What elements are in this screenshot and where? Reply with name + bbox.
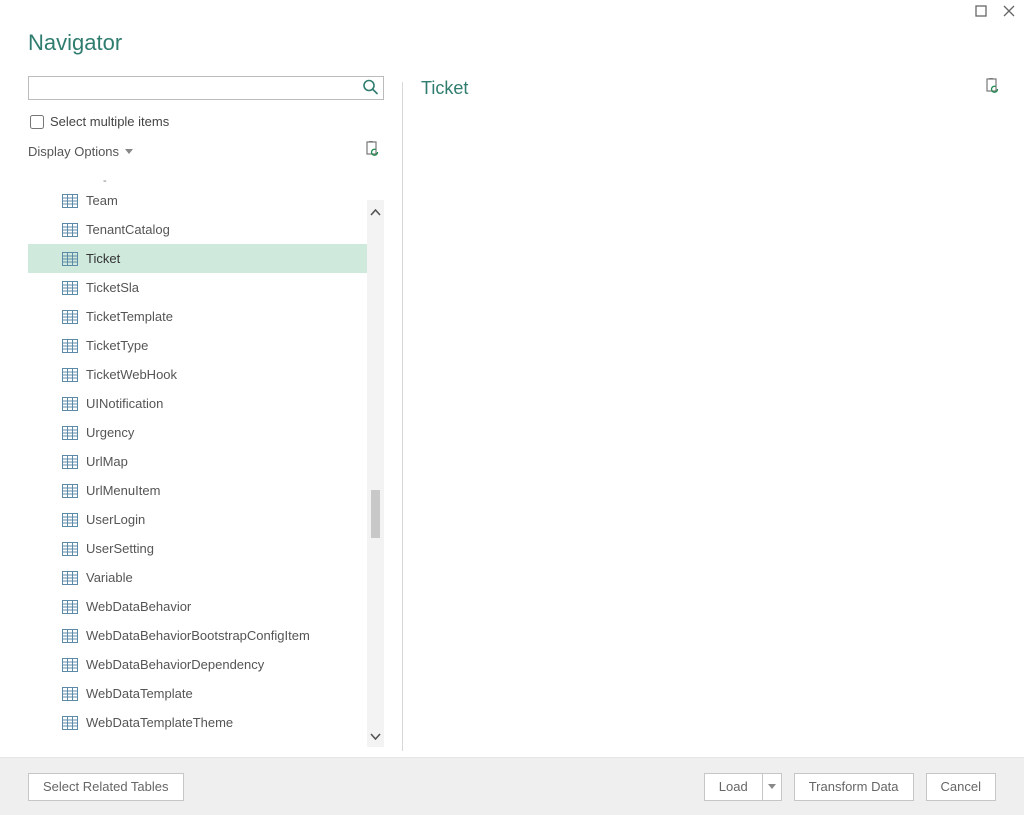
table-item-label: UrlMenuItem: [86, 483, 160, 498]
maximize-icon[interactable]: [974, 4, 988, 18]
table-item-label: Team: [86, 193, 118, 208]
table-icon: [62, 223, 78, 237]
table-item-label: TicketTemplate: [86, 309, 173, 324]
preview-title: Ticket: [421, 78, 468, 99]
table-icon: [62, 658, 78, 672]
table-item-label: UrlMap: [86, 454, 128, 469]
table-item[interactable]: Urgency: [28, 418, 384, 447]
table-icon: [62, 629, 78, 643]
table-item-label: UINotification: [86, 396, 163, 411]
table-item[interactable]: WebDataBehavior: [28, 592, 384, 621]
table-item[interactable]: WebDataBehaviorDependency: [28, 650, 384, 679]
table-icon: [62, 281, 78, 295]
search-icon[interactable]: [362, 79, 378, 98]
scroll-thumb[interactable]: [371, 490, 380, 538]
table-item-label: TenantCatalog: [86, 222, 170, 237]
search-box: [28, 76, 384, 100]
table-item[interactable]: Ticket: [28, 244, 384, 273]
navigator-title: Navigator: [28, 30, 996, 56]
refresh-icon[interactable]: [364, 141, 380, 162]
table-item-label: Variable: [86, 570, 133, 585]
table-item[interactable]: Team: [28, 186, 384, 215]
table-tree: - Team TenantCatalog Ticket TicketSla TicketT…: [28, 172, 384, 757]
table-item[interactable]: UserLogin: [28, 505, 384, 534]
display-options-label: Display Options: [28, 144, 119, 159]
table-item[interactable]: WebDataTemplateTheme: [28, 708, 384, 737]
table-icon: [62, 368, 78, 382]
load-split-button: Load: [704, 773, 782, 801]
table-item-label: WebDataTemplateTheme: [86, 715, 233, 730]
table-icon: [62, 716, 78, 730]
load-button[interactable]: Load: [704, 773, 762, 801]
table-item[interactable]: WebDataBehaviorBootstrapConfigItem: [28, 621, 384, 650]
title-bar: [0, 0, 1024, 22]
table-icon: [62, 339, 78, 353]
table-icon: [62, 252, 78, 266]
preview-header: Ticket: [421, 78, 1000, 99]
select-multiple-label: Select multiple items: [50, 114, 169, 129]
table-icon: [62, 484, 78, 498]
table-icon: [62, 687, 78, 701]
table-item-label: TicketSla: [86, 280, 139, 295]
scroll-down-icon[interactable]: [370, 728, 381, 743]
table-item[interactable]: UINotification: [28, 389, 384, 418]
table-item[interactable]: TicketType: [28, 331, 384, 360]
close-icon[interactable]: [1002, 4, 1016, 18]
table-item-label: TicketWebHook: [86, 367, 177, 382]
select-related-tables-button[interactable]: Select Related Tables: [28, 773, 184, 801]
scroll-up-icon[interactable]: [370, 204, 381, 219]
tree-wrap: - Team TenantCatalog Ticket TicketSla TicketT…: [28, 172, 384, 757]
footer: Select Related Tables Load Transform Dat…: [0, 757, 1024, 815]
table-icon: [62, 455, 78, 469]
right-pane: Ticket: [421, 76, 1024, 757]
chevron-down-icon: [768, 784, 776, 789]
table-item[interactable]: TenantCatalog: [28, 215, 384, 244]
display-options-row: Display Options: [28, 139, 384, 168]
pane-divider: [402, 82, 403, 751]
content: Select multiple items Display Options - T…: [0, 76, 1024, 757]
table-icon: [62, 426, 78, 440]
table-item-label: TicketType: [86, 338, 148, 353]
header: Navigator: [0, 22, 1024, 76]
table-icon: [62, 397, 78, 411]
left-pane: Select multiple items Display Options - T…: [0, 76, 384, 757]
table-icon: [62, 571, 78, 585]
table-icon: [62, 194, 78, 208]
table-item[interactable]: UrlMap: [28, 447, 384, 476]
table-icon: [62, 310, 78, 324]
table-item-label: WebDataBehaviorDependency: [86, 657, 264, 672]
preview-refresh-icon[interactable]: [984, 78, 1000, 99]
table-item[interactable]: TicketSla: [28, 273, 384, 302]
load-dropdown-button[interactable]: [762, 773, 782, 801]
select-multiple-row[interactable]: Select multiple items: [28, 108, 384, 139]
table-item-label: WebDataTemplate: [86, 686, 193, 701]
select-multiple-checkbox[interactable]: [30, 115, 44, 129]
table-item-label: UserSetting: [86, 541, 154, 556]
transform-data-button[interactable]: Transform Data: [794, 773, 914, 801]
table-icon: [62, 513, 78, 527]
cancel-button[interactable]: Cancel: [926, 773, 996, 801]
table-item[interactable]: TicketWebHook: [28, 360, 384, 389]
chevron-down-icon: [125, 149, 133, 154]
table-item[interactable]: UrlMenuItem: [28, 476, 384, 505]
table-item[interactable]: Variable: [28, 563, 384, 592]
table-item-label: WebDataBehaviorBootstrapConfigItem: [86, 628, 310, 643]
display-options-button[interactable]: Display Options: [28, 144, 133, 159]
table-item-label: Ticket: [86, 251, 120, 266]
table-item-label: UserLogin: [86, 512, 145, 527]
table-icon: [62, 542, 78, 556]
search-input[interactable]: [28, 76, 384, 100]
table-item[interactable]: TicketTemplate: [28, 302, 384, 331]
table-item[interactable]: UserSetting: [28, 534, 384, 563]
table-item[interactable]: WebDataTemplate: [28, 679, 384, 708]
tree-separator: -: [28, 176, 384, 186]
scrollbar[interactable]: [367, 200, 384, 747]
table-icon: [62, 600, 78, 614]
table-item-label: WebDataBehavior: [86, 599, 191, 614]
table-item-label: Urgency: [86, 425, 134, 440]
